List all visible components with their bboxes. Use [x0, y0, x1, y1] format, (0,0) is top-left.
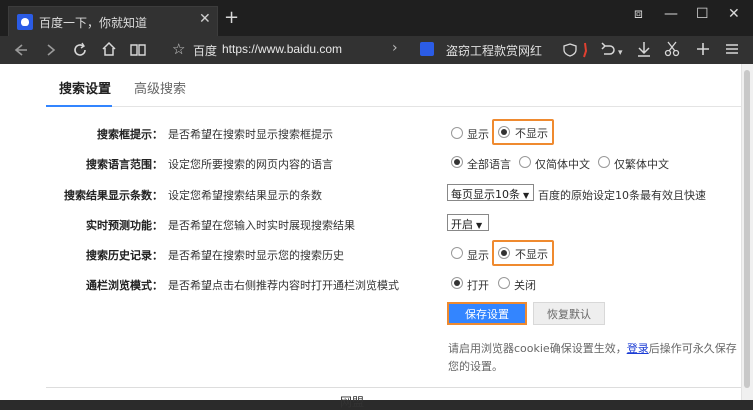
shield-icon[interactable]: [563, 43, 577, 57]
close-window-icon[interactable]: ✕: [728, 6, 740, 22]
radio-banner-off[interactable]: [498, 277, 510, 289]
cookie-note-line1: 请启用浏览器cookie确保设置生效，登录后操作可永久保存: [448, 340, 737, 356]
radio-suggest-show[interactable]: [451, 127, 463, 139]
restore-down-icon[interactable]: ⧈: [634, 6, 643, 22]
browser-tab[interactable]: 百度一下，你就知道 ✕: [8, 6, 218, 36]
label-results-count: 搜索结果显示条数：: [64, 189, 163, 202]
label-language-range: 搜索语言范围：: [86, 158, 163, 171]
radio-banner-on[interactable]: [451, 277, 463, 289]
minimize-icon[interactable]: —: [664, 6, 678, 22]
add-icon[interactable]: [695, 41, 711, 57]
cookie-note-text-after: 后操作可永久保存: [648, 342, 737, 355]
realtime-predict-select[interactable]: 开启 ▼: [447, 214, 489, 231]
restore-default-button[interactable]: 恢复默认: [533, 302, 605, 325]
chevron-down-icon: ▼: [476, 221, 483, 230]
radio-lang-simplified[interactable]: [519, 156, 531, 168]
label-suggest-hide: 不显示: [515, 127, 548, 140]
label-lang-simplified: 仅简体中文: [535, 158, 590, 171]
label-history-hide: 不显示: [515, 248, 548, 261]
baidu-favicon-icon: [17, 14, 33, 30]
navigation-bar: ☆ 百度 https://www.baidu.com › 盗窃工程款赏网红 ▾: [0, 36, 753, 64]
new-tab-icon[interactable]: +: [224, 9, 239, 27]
label-history-show: 显示: [467, 249, 489, 262]
paint-icon[interactable]: [580, 42, 590, 58]
desc-results-count: 设定您希望搜索结果显示的条数: [168, 189, 322, 202]
tab-advanced-search[interactable]: 高级搜索: [134, 78, 186, 97]
label-lang-all: 全部语言: [467, 158, 511, 171]
home-icon[interactable]: [101, 41, 117, 57]
address-bar[interactable]: https://www.baidu.com: [222, 42, 342, 56]
footer-partial-text: 网盟: [340, 395, 365, 409]
undo-icon[interactable]: [600, 42, 616, 58]
tab-title: 百度一下，你就知道: [39, 16, 148, 30]
results-count-hint: 百度的原始设定10条最有效且快速: [538, 189, 706, 202]
radio-history-hide[interactable]: [498, 247, 510, 259]
label-banner-on: 打开: [467, 279, 489, 292]
results-count-select[interactable]: 每页显示10条 ▼: [447, 184, 534, 201]
cookie-note-text: 请启用浏览器cookie确保设置生效，: [448, 342, 627, 355]
reader-icon[interactable]: [130, 42, 146, 58]
scrollbar-thumb[interactable]: [744, 70, 750, 388]
divider: [46, 387, 741, 388]
realtime-predict-value: 开启: [451, 218, 473, 231]
title-bar: 百度一下，你就知道 ✕ + ⧈ — ☐ ✕: [0, 0, 753, 36]
scissors-icon[interactable]: [664, 41, 680, 57]
desc-language-range: 设定您所要搜索的网页内容的语言: [168, 158, 333, 171]
news-headline[interactable]: 盗窃工程款赏网红: [446, 42, 542, 59]
label-realtime-predict: 实时预测功能：: [86, 219, 163, 232]
desc-search-history: 是否希望在搜索时显示您的搜索历史: [168, 249, 344, 262]
radio-lang-traditional[interactable]: [598, 156, 610, 168]
radio-lang-all[interactable]: [451, 156, 463, 168]
save-settings-button[interactable]: 保存设置: [447, 302, 527, 325]
label-suggest-show: 显示: [467, 128, 489, 141]
tab-search-settings[interactable]: 搜索设置: [59, 78, 111, 97]
label-banner-off: 关闭: [514, 279, 536, 292]
desc-realtime-predict: 是否希望在您输入时实时展现搜索结果: [168, 219, 355, 232]
forward-icon[interactable]: [42, 42, 58, 58]
radio-history-show[interactable]: [451, 247, 463, 259]
radio-suggest-hide[interactable]: [498, 126, 510, 138]
url-site-name: 百度: [193, 44, 218, 58]
label-search-suggest: 搜索框提示：: [97, 128, 163, 141]
chevron-right-icon[interactable]: ›: [392, 40, 398, 56]
desc-search-suggest: 是否希望在搜索时显示搜索框提示: [168, 128, 333, 141]
cookie-note-line2: 您的设置。: [448, 360, 503, 373]
chevron-down-icon: ▼: [523, 191, 530, 200]
active-tab-indicator: [46, 105, 112, 107]
back-icon[interactable]: [12, 42, 28, 58]
star-icon[interactable]: ☆: [172, 40, 185, 58]
login-link[interactable]: 登录: [627, 342, 649, 355]
undo-dropdown-icon[interactable]: ▾: [618, 44, 623, 62]
close-tab-icon[interactable]: ✕: [199, 11, 211, 27]
results-count-value: 每页显示10条: [451, 188, 520, 201]
news-icon: [420, 42, 434, 56]
download-icon[interactable]: [636, 41, 652, 57]
reload-icon[interactable]: [72, 42, 88, 58]
menu-icon[interactable]: [724, 41, 740, 57]
desc-banner-browse: 是否希望点击右侧推荐内容时打开通栏浏览模式: [168, 279, 399, 292]
maximize-icon[interactable]: ☐: [696, 6, 709, 22]
label-search-history: 搜索历史记录：: [86, 249, 163, 262]
label-banner-browse: 通栏浏览模式：: [86, 279, 163, 292]
label-lang-traditional: 仅繁体中文: [614, 158, 669, 171]
